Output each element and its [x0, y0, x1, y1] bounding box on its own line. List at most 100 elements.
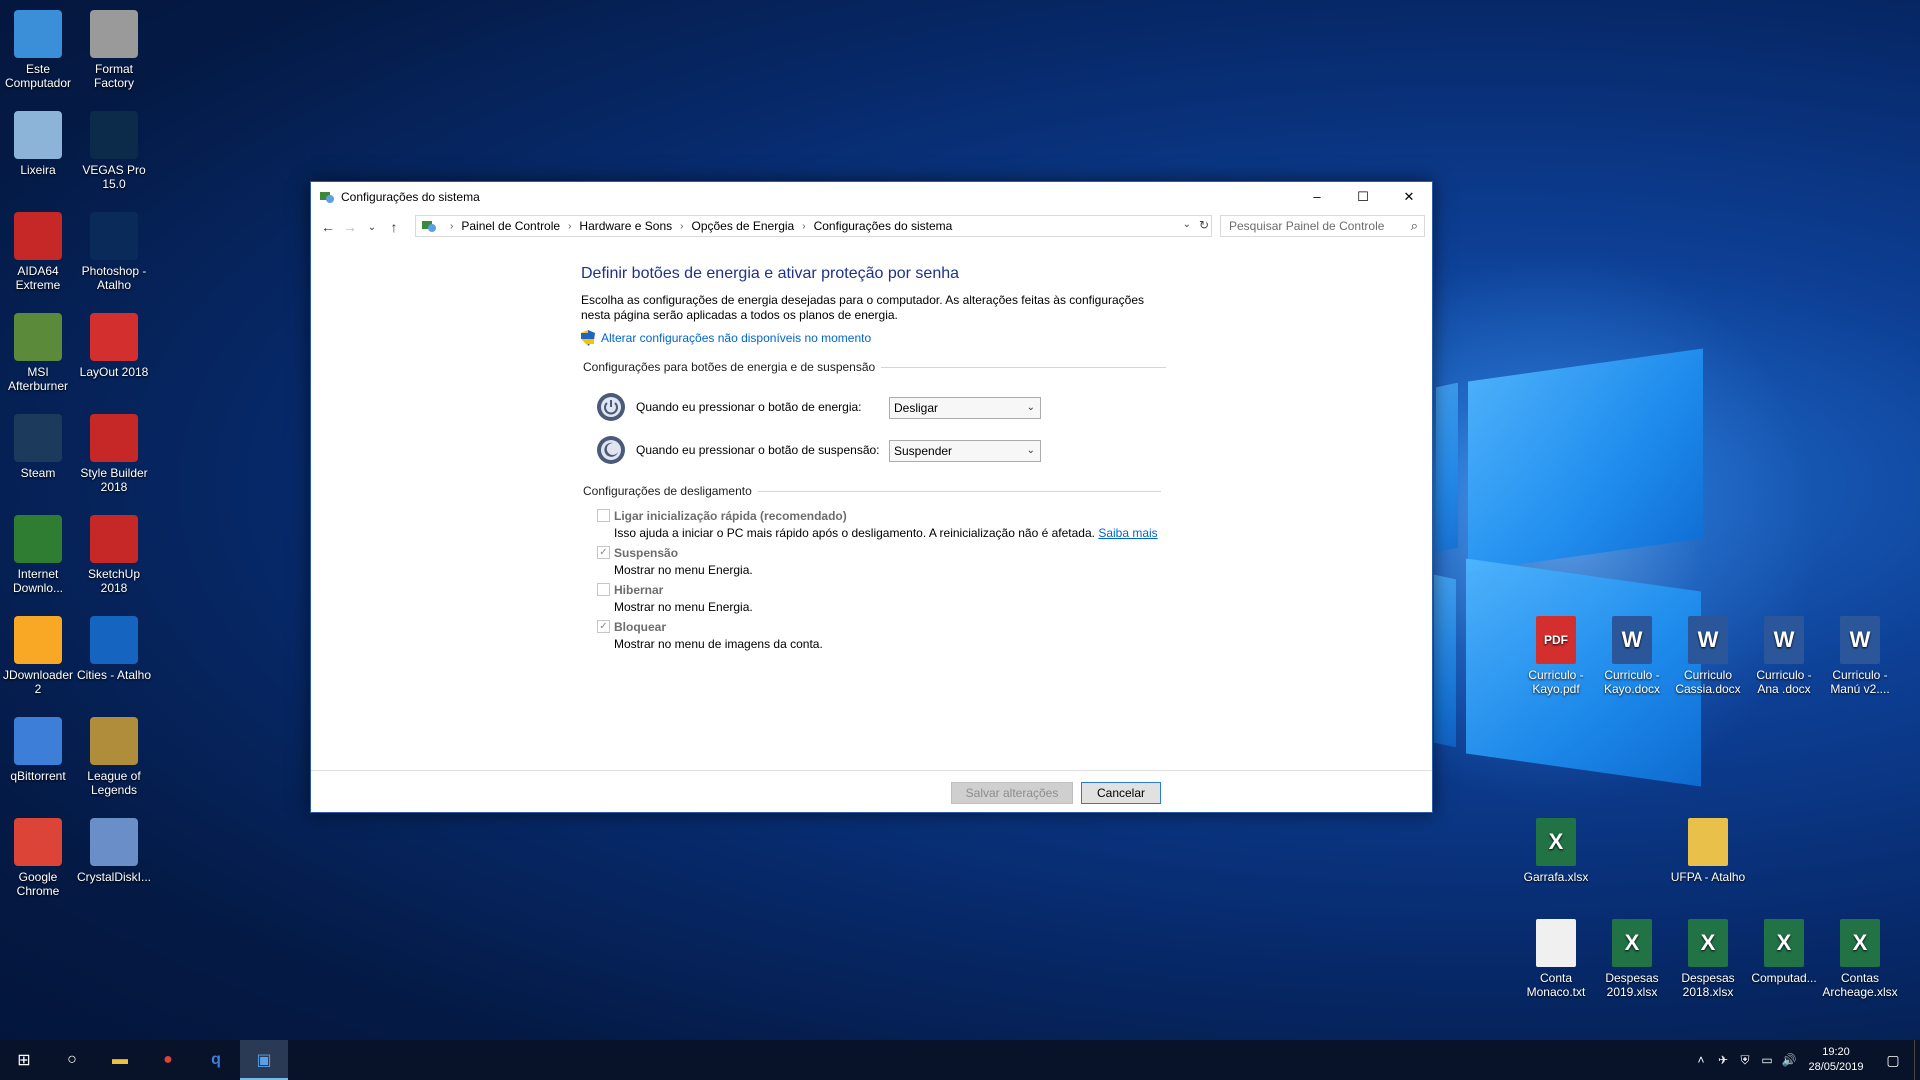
network-icon[interactable]: ▭ [1756, 1053, 1778, 1067]
refresh-icon[interactable]: ↻ [1199, 218, 1209, 232]
breadcrumb-item[interactable]: Opções de Energia [691, 219, 794, 233]
desktop-icon-label: VEGAS Pro 15.0 [82, 163, 146, 191]
computer-icon [14, 10, 62, 58]
desktop-icon-label: Despesas 2018.xlsx [1681, 971, 1735, 999]
taskbar-app-qbittorrent[interactable]: q [192, 1040, 240, 1080]
sketchup-icon [90, 515, 138, 563]
file-type-glyph: W [1849, 627, 1871, 652]
chrome-icon [14, 818, 62, 866]
show-hidden-icons-icon[interactable]: ˄ [1690, 1053, 1712, 1067]
security-icon[interactable]: ⛨ [1734, 1053, 1756, 1068]
desktop-file-icon[interactable]: X Contas Archeage.xlsx [1822, 913, 1898, 999]
close-button[interactable]: ✕ [1386, 182, 1432, 211]
power-button-select[interactable]: Desligar ⌄ [889, 397, 1041, 419]
desktop-file-icon[interactable]: X Despesas 2018.xlsx [1670, 913, 1746, 999]
taskbar-app-control-panel[interactable]: ▣ [240, 1040, 288, 1080]
breadcrumb-item[interactable]: Configurações do sistema [814, 219, 953, 233]
steam-icon [14, 414, 62, 462]
desktop-file-icon[interactable]: Conta Monaco.txt [1518, 913, 1594, 999]
notification-center-icon[interactable]: ▢ [1872, 1052, 1914, 1069]
sleep-button-select[interactable]: Suspender ⌄ [889, 440, 1041, 462]
show-desktop-button[interactable] [1914, 1040, 1920, 1080]
admin-settings-link[interactable]: Alterar configurações não disponíveis no… [581, 330, 871, 346]
divider [881, 366, 1167, 368]
desktop-icon[interactable]: VEGAS Pro 15.0 [76, 105, 152, 191]
desktop-icon-label: Computad... [1751, 971, 1817, 985]
desktop-icon[interactable]: AIDA64 Extreme [0, 206, 76, 292]
desktop-icon[interactable]: MSI Afterburner [0, 307, 76, 393]
text-file-icon [1536, 919, 1576, 967]
file-type-glyph: W [1773, 627, 1795, 652]
qbittorrent-icon [14, 717, 62, 765]
forward-button[interactable]: → [339, 216, 361, 238]
search-input[interactable]: Pesquisar Painel de Controle ⌕ [1220, 215, 1425, 237]
excel-icon: X [1612, 919, 1652, 967]
desktop-file-icon[interactable]: W Curriculo - Manú v2.... [1822, 610, 1898, 696]
desktop-icon[interactable]: Lixeira [0, 105, 76, 177]
desktop-icon[interactable]: Format Factory [76, 4, 152, 90]
sleep-checkbox[interactable]: ✓ [597, 546, 610, 560]
desktop-icon[interactable]: Este Computador [0, 4, 76, 90]
taskbar-app-file-explorer[interactable]: ▬ [96, 1040, 144, 1080]
address-dropdown-icon[interactable]: ⌄ [1183, 219, 1191, 230]
learn-more-link[interactable]: Saiba mais [1098, 526, 1157, 540]
desktop-file-icon[interactable]: X Computad... [1746, 913, 1822, 985]
breadcrumb-item[interactable]: Painel de Controle [461, 219, 560, 233]
desktop-icon[interactable]: CrystalDiskI... [76, 812, 152, 884]
chevron-down-icon: ⌄ [1026, 445, 1035, 456]
control-panel-icon: ▣ [256, 1052, 272, 1069]
airplane-icon[interactable]: ✈ [1712, 1053, 1734, 1067]
desktop-icon[interactable]: Cities - Atalho [76, 610, 152, 682]
volume-icon[interactable]: 🔊 [1778, 1053, 1800, 1067]
cortana-search-button[interactable]: ○ [48, 1040, 96, 1080]
breadcrumb-item[interactable]: Hardware e Sons [579, 219, 672, 233]
admin-settings-link-text[interactable]: Alterar configurações não disponíveis no… [601, 331, 871, 345]
desktop-file-icon[interactable]: W Curriculo - Ana .docx [1746, 610, 1822, 696]
desktop-file-icon[interactable]: X Garrafa.xlsx [1518, 812, 1594, 884]
sleep-button-icon [597, 436, 625, 464]
desktop-icon[interactable]: JDownloader 2 [0, 610, 76, 696]
hibernate-checkbox[interactable] [597, 583, 610, 597]
clock[interactable]: 19:20 28/05/2019 [1800, 1045, 1872, 1075]
desktop-file-icon[interactable]: UFPA - Atalho [1670, 812, 1746, 884]
desktop-icon[interactable]: League of Legends [76, 711, 152, 797]
back-button[interactable]: ← [317, 216, 339, 238]
option-hibernate: Hibernar Mostrar no menu Energia. [597, 582, 753, 614]
desktop-icon-label: Curriculo - Kayo.pdf [1528, 668, 1584, 696]
desktop-file-icon[interactable]: PDF Curriculo - Kayo.pdf [1518, 610, 1594, 696]
minimize-button[interactable]: – [1294, 182, 1340, 211]
sleep-button-label: Quando eu pressionar o botão de suspensã… [636, 443, 880, 457]
desktop-icon[interactable]: SketchUp 2018 [76, 509, 152, 595]
save-button[interactable]: Salvar alterações [951, 782, 1073, 804]
desktop-icon[interactable]: LayOut 2018 [76, 307, 152, 379]
start-button[interactable]: ⊞ [0, 1040, 48, 1080]
cancel-button[interactable]: Cancelar [1081, 782, 1161, 804]
recent-locations-button[interactable]: ⌄ [361, 216, 383, 238]
desktop-icon[interactable]: Google Chrome [0, 812, 76, 898]
desktop-icon[interactable]: qBittorrent [0, 711, 76, 783]
desktop-file-icon[interactable]: W Curriculo - Kayo.docx [1594, 610, 1670, 696]
file-type-glyph: W [1621, 627, 1643, 652]
desktop-icon-label: League of Legends [87, 769, 141, 797]
desktop-icon[interactable]: Style Builder 2018 [76, 408, 152, 494]
fast-startup-checkbox[interactable] [597, 509, 610, 523]
group-title-buttons: Configurações para botões de energia e d… [583, 360, 1167, 374]
title-bar[interactable]: Configurações do sistema – ☐ ✕ [311, 182, 1432, 211]
desktop-file-icon[interactable]: X Despesas 2019.xlsx [1594, 913, 1670, 999]
address-bar[interactable]: › Painel de Controle › Hardware e Sons ›… [415, 215, 1212, 237]
system-settings-window: Configurações do sistema – ☐ ✕ ← → ⌄ ↑ ›… [310, 181, 1433, 813]
power-button-row: Quando eu pressionar o botão de energia: [596, 392, 862, 422]
desktop-file-icon[interactable]: W Curriculo Cassia.docx [1670, 610, 1746, 696]
desktop-icon[interactable]: Internet Downlo... [0, 509, 76, 595]
maximize-button[interactable]: ☐ [1340, 182, 1386, 211]
power-button-icon [597, 393, 625, 421]
cities-icon [90, 616, 138, 664]
search-icon[interactable]: ⌕ [1411, 218, 1418, 234]
desktop-icon[interactable]: Photoshop - Atalho [76, 206, 152, 292]
system-tray: ˄ ✈ ⛨ ▭ 🔊 19:20 28/05/2019 ▢ [1690, 1040, 1920, 1080]
desktop-icon[interactable]: Steam [0, 408, 76, 480]
taskbar-app-chrome[interactable]: ● [144, 1040, 192, 1080]
up-button[interactable]: ↑ [383, 216, 405, 238]
lock-checkbox[interactable]: ✓ [597, 620, 610, 634]
aida64-icon [14, 212, 62, 260]
